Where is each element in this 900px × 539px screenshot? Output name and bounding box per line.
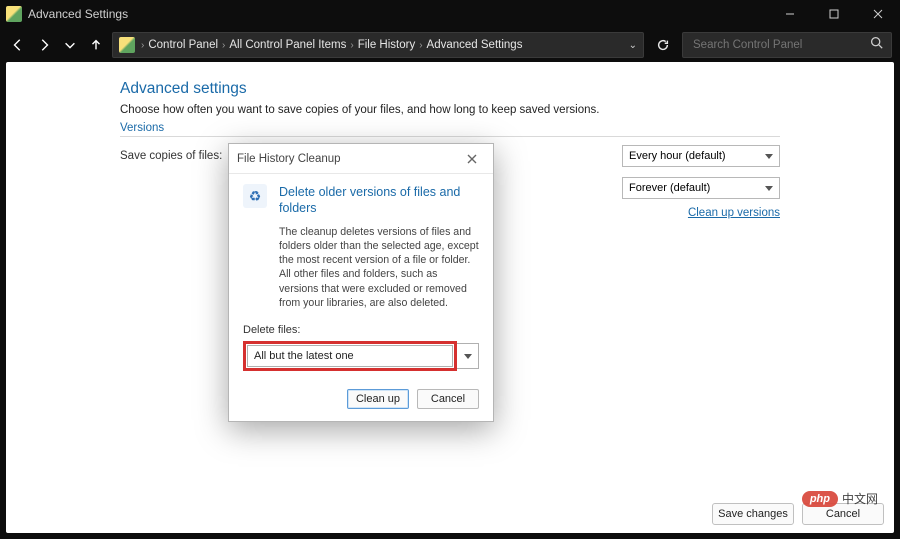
- search-box[interactable]: [682, 32, 892, 58]
- chevron-right-icon: ›: [222, 40, 225, 51]
- chevron-right-icon: ›: [419, 40, 422, 51]
- delete-files-label: Delete files:: [243, 324, 479, 336]
- address-icon: [119, 37, 135, 53]
- close-button[interactable]: [856, 0, 900, 28]
- page-heading: Advanced settings: [120, 80, 780, 98]
- watermark-text: 中文网: [842, 490, 878, 507]
- breadcrumb-item[interactable]: All Control Panel Items: [229, 39, 346, 51]
- maximize-button[interactable]: [812, 0, 856, 28]
- breadcrumb-item[interactable]: File History: [358, 39, 416, 51]
- refresh-button[interactable]: [650, 32, 676, 58]
- keep-versions-dropdown[interactable]: Forever (default): [622, 177, 780, 199]
- cleanup-button[interactable]: Clean up: [347, 389, 409, 409]
- window-title: Advanced Settings: [28, 7, 128, 21]
- delete-files-value: All but the latest one: [254, 350, 354, 362]
- recent-dropdown-icon[interactable]: [60, 35, 80, 55]
- address-bar[interactable]: › Control Panel › All Control Panel Item…: [112, 32, 644, 58]
- breadcrumb-item[interactable]: Control Panel: [148, 39, 218, 51]
- forward-button[interactable]: [34, 35, 54, 55]
- chevron-right-icon: ›: [141, 40, 144, 51]
- back-button[interactable]: [8, 35, 28, 55]
- delete-files-dropdown-button[interactable]: [457, 343, 479, 369]
- keep-versions-value: Forever (default): [629, 182, 710, 194]
- chevron-down-icon[interactable]: ⌄: [629, 40, 637, 51]
- delete-files-dropdown[interactable]: All but the latest one: [247, 345, 453, 367]
- dialog-cancel-button[interactable]: Cancel: [417, 389, 479, 409]
- file-history-cleanup-dialog: File History Cleanup ♻ Delete older vers…: [228, 143, 494, 422]
- minimize-button[interactable]: [768, 0, 812, 28]
- dialog-titlebar: File History Cleanup: [229, 144, 493, 174]
- save-frequency-value: Every hour (default): [629, 150, 726, 162]
- section-divider: [120, 136, 780, 137]
- dialog-title: File History Cleanup: [237, 153, 341, 165]
- recycle-icon: ♻: [243, 184, 267, 208]
- watermark: php 中文网: [802, 490, 878, 507]
- chevron-right-icon: ›: [350, 40, 353, 51]
- save-frequency-dropdown[interactable]: Every hour (default): [622, 145, 780, 167]
- search-icon: [870, 36, 883, 54]
- page-subtitle: Choose how often you want to save copies…: [120, 104, 780, 116]
- app-icon: [6, 6, 22, 22]
- versions-section-label: Versions: [120, 122, 780, 134]
- watermark-badge: php: [802, 491, 838, 507]
- search-input[interactable]: [691, 38, 870, 52]
- window-titlebar: Advanced Settings: [0, 0, 900, 28]
- navigation-bar: › Control Panel › All Control Panel Item…: [0, 28, 900, 62]
- dialog-close-button[interactable]: [459, 148, 485, 170]
- breadcrumb-item[interactable]: Advanced Settings: [427, 39, 523, 51]
- cleanup-versions-link[interactable]: Clean up versions: [688, 207, 780, 219]
- dialog-description: The cleanup deletes versions of files an…: [279, 225, 479, 311]
- annotation-highlight: All but the latest one: [243, 341, 457, 371]
- save-changes-button[interactable]: Save changes: [712, 503, 794, 525]
- dialog-heading: Delete older versions of files and folde…: [279, 184, 479, 217]
- up-button[interactable]: [86, 35, 106, 55]
